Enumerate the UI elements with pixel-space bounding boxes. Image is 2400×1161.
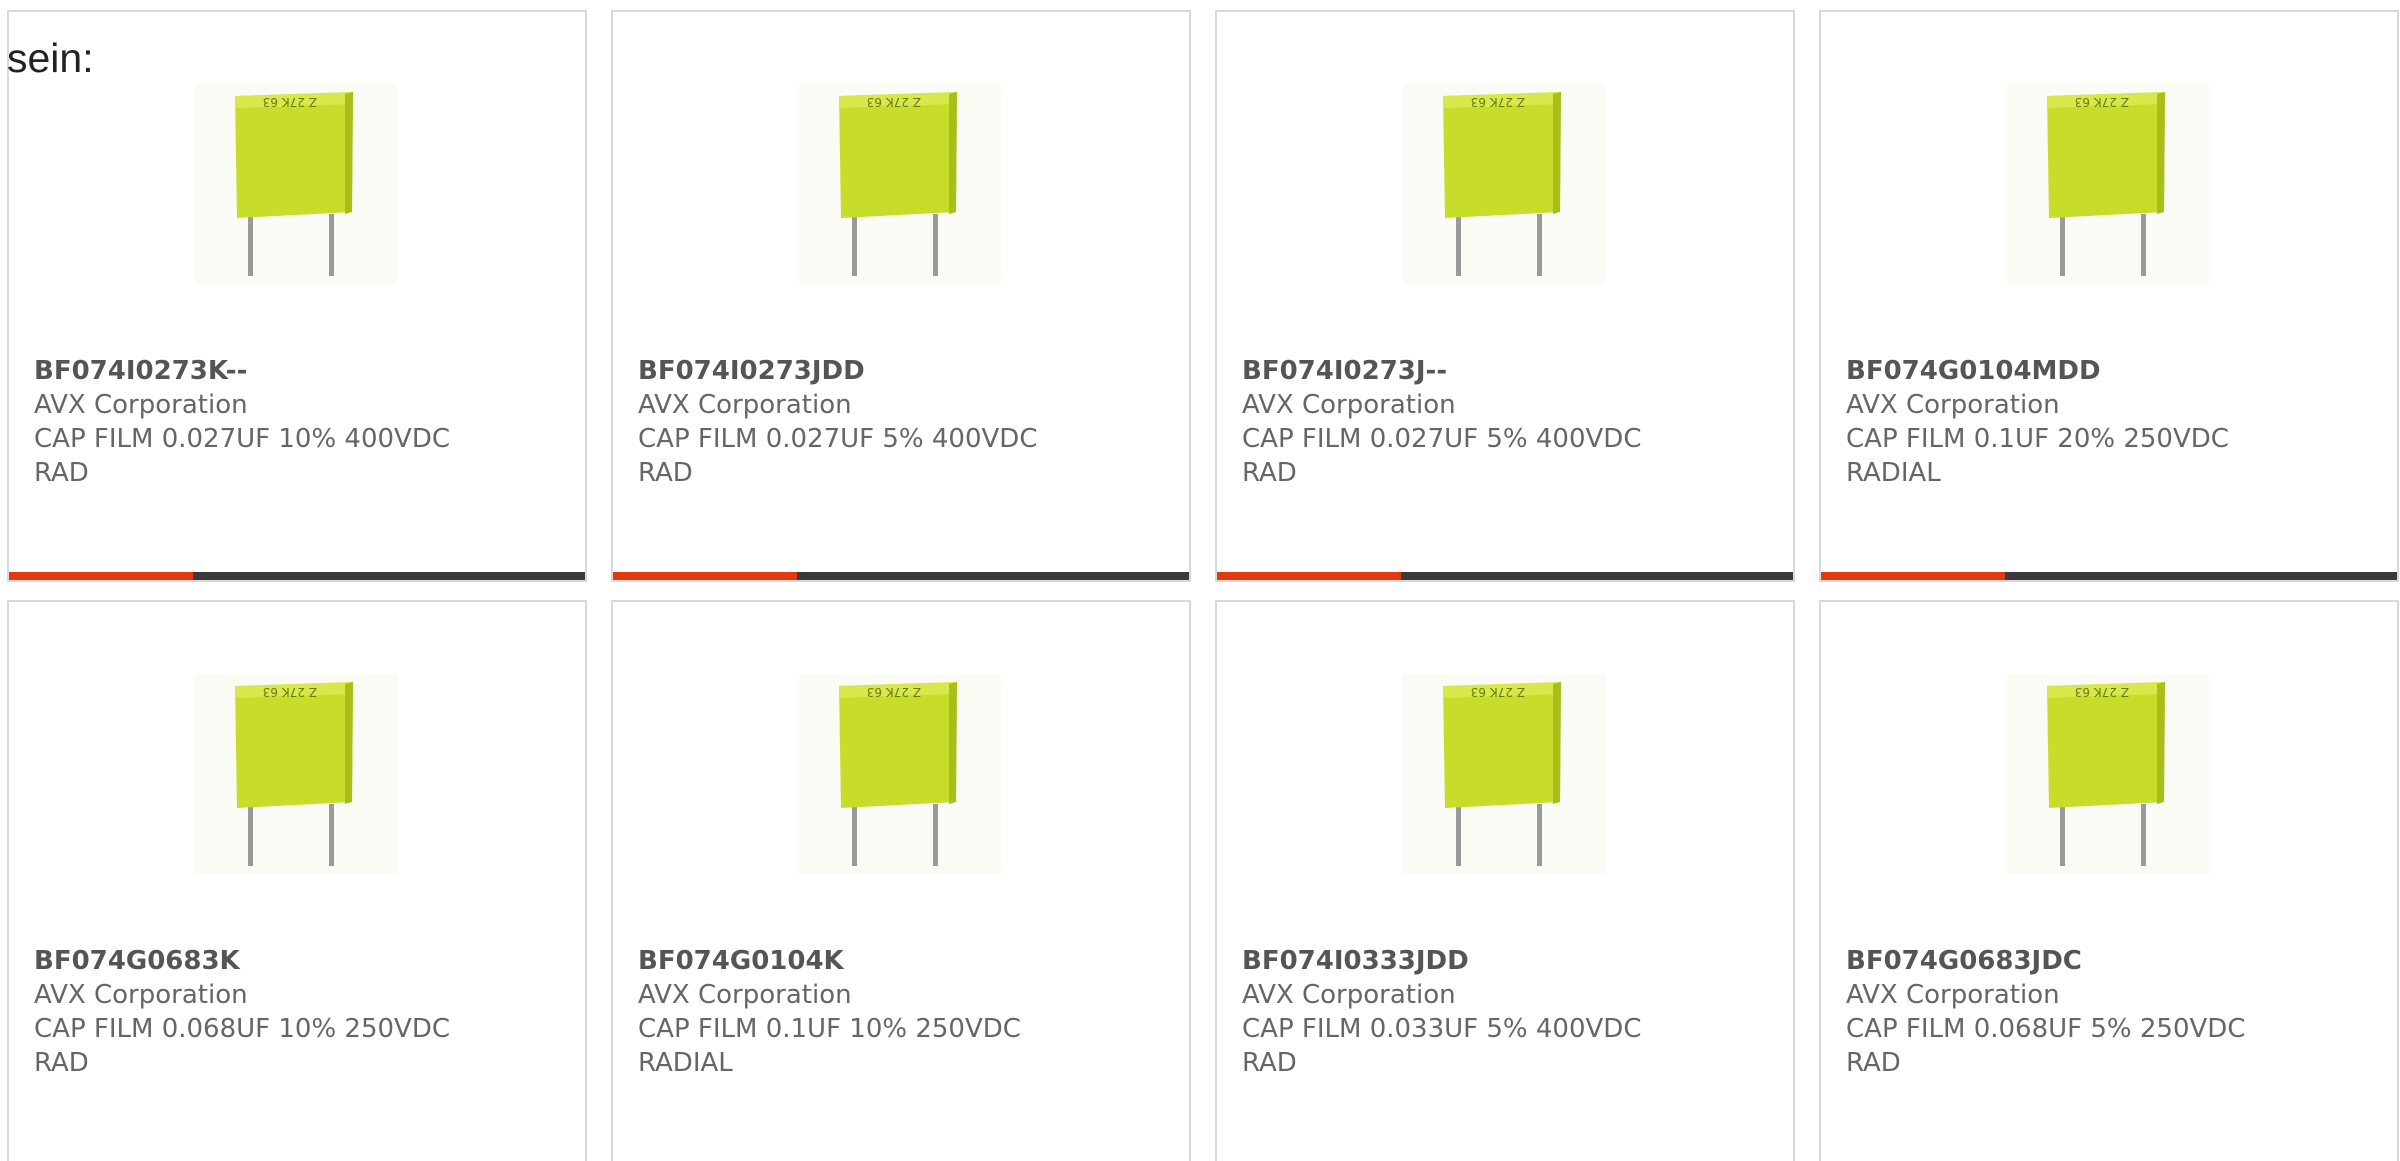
description-line-1: CAP FILM 0.1UF 10% 250VDC (638, 1014, 1021, 1044)
product-info: BF074G0104K AVX Corporation CAP FILM 0.1… (638, 944, 1168, 1080)
part-number[interactable]: BF074I0333JDD (1242, 944, 1772, 978)
description-line-1: CAP FILM 0.033UF 5% 400VDC (1242, 1014, 1642, 1044)
description-line-2: RAD (638, 458, 693, 488)
part-number[interactable]: BF074G0104K (638, 944, 1168, 978)
manufacturer: AVX Corporation (34, 390, 248, 420)
part-number[interactable]: BF074G0683K (34, 944, 564, 978)
product-info: BF074I0333JDD AVX Corporation CAP FILM 0… (1242, 944, 1772, 1080)
product-info: BF074G0104MDD AVX Corporation CAP FILM 0… (1846, 354, 2376, 490)
description-line-1: CAP FILM 0.068UF 5% 250VDC (1846, 1014, 2246, 1044)
description-line-2: RAD (1242, 1048, 1297, 1078)
card-footer-bar (1821, 572, 2397, 580)
svg-text:Z 27K 63: Z 27K 63 (263, 95, 317, 109)
svg-text:Z 27K 63: Z 27K 63 (2075, 95, 2129, 109)
card-accent-bar (1217, 572, 1402, 580)
capacitor-graphic: Z 27K 63 (1403, 84, 1605, 284)
film-capacitor-image: Z 27K 63 (2007, 84, 2209, 284)
svg-text:Z 27K 63: Z 27K 63 (263, 685, 317, 699)
svg-text:Z 27K 63: Z 27K 63 (867, 685, 921, 699)
manufacturer: AVX Corporation (1242, 980, 1456, 1010)
product-info: BF074I0273J-- AVX Corporation CAP FILM 0… (1242, 354, 1772, 490)
product-card[interactable]: Z 27K 63 BF074G0104K AVX Corporation CAP… (611, 600, 1191, 1161)
product-info: BF074I0273JDD AVX Corporation CAP FILM 0… (638, 354, 1168, 490)
svg-text:Z 27K 63: Z 27K 63 (2075, 685, 2129, 699)
description-line-2: RAD (1846, 1048, 1901, 1078)
product-info: BF074G0683JDC AVX Corporation CAP FILM 0… (1846, 944, 2376, 1080)
film-capacitor-image: Z 27K 63 (799, 674, 1001, 874)
manufacturer: AVX Corporation (1846, 980, 2060, 1010)
capacitor-graphic: Z 27K 63 (799, 84, 1001, 284)
product-grid-page: sein: Z 27K 63 BF074I0273K-- AVX Corpora… (0, 0, 2400, 1161)
description-line-1: CAP FILM 0.027UF 10% 400VDC (34, 424, 451, 454)
description-line-2: RAD (1242, 458, 1297, 488)
manufacturer: AVX Corporation (638, 390, 852, 420)
film-capacitor-image: Z 27K 63 (2007, 674, 2209, 874)
part-number[interactable]: BF074I0273JDD (638, 354, 1168, 388)
capacitor-graphic: Z 27K 63 (195, 84, 397, 284)
product-card[interactable]: Z 27K 63 BF074G0683JDC AVX Corporation C… (1819, 600, 2399, 1161)
manufacturer: AVX Corporation (34, 980, 248, 1010)
product-info: BF074I0273K-- AVX Corporation CAP FILM 0… (34, 354, 564, 490)
product-card[interactable]: Z 27K 63 BF074G0683K AVX Corporation CAP… (7, 600, 587, 1161)
card-footer-bar (1217, 572, 1793, 580)
part-number[interactable]: BF074I0273K-- (34, 354, 564, 388)
card-accent-bar (613, 572, 798, 580)
description-line-1: CAP FILM 0.1UF 20% 250VDC (1846, 424, 2229, 454)
part-number[interactable]: BF074G0683JDC (1846, 944, 2376, 978)
capacitor-graphic: Z 27K 63 (2007, 84, 2209, 284)
description-line-1: CAP FILM 0.027UF 5% 400VDC (638, 424, 1038, 454)
capacitor-graphic: Z 27K 63 (1403, 674, 1605, 874)
description-line-2: RADIAL (1846, 458, 1941, 488)
description-line-1: CAP FILM 0.027UF 5% 400VDC (1242, 424, 1642, 454)
description-line-2: RAD (34, 1048, 89, 1078)
film-capacitor-image: Z 27K 63 (195, 674, 397, 874)
film-capacitor-image: Z 27K 63 (1403, 674, 1605, 874)
product-card[interactable]: Z 27K 63 BF074G0104MDD AVX Corporation C… (1819, 10, 2399, 582)
card-footer-bar (9, 572, 585, 580)
description-line-1: CAP FILM 0.068UF 10% 250VDC (34, 1014, 451, 1044)
product-card[interactable]: Z 27K 63 BF074I0273J-- AVX Corporation C… (1215, 10, 1795, 582)
part-number[interactable]: BF074G0104MDD (1846, 354, 2376, 388)
svg-text:Z 27K 63: Z 27K 63 (1471, 685, 1525, 699)
capacitor-graphic: Z 27K 63 (799, 674, 1001, 874)
svg-text:Z 27K 63: Z 27K 63 (1471, 95, 1525, 109)
svg-text:Z 27K 63: Z 27K 63 (867, 95, 921, 109)
intro-text: sein: (7, 35, 94, 81)
card-accent-bar (9, 572, 194, 580)
manufacturer: AVX Corporation (638, 980, 852, 1010)
film-capacitor-image: Z 27K 63 (195, 84, 397, 284)
manufacturer: AVX Corporation (1846, 390, 2060, 420)
manufacturer: AVX Corporation (1242, 390, 1456, 420)
product-card[interactable]: Z 27K 63 BF074I0273K-- AVX Corporation C… (7, 10, 587, 582)
film-capacitor-image: Z 27K 63 (799, 84, 1001, 284)
card-footer-bar (613, 572, 1189, 580)
card-accent-bar (1821, 572, 2006, 580)
product-info: BF074G0683K AVX Corporation CAP FILM 0.0… (34, 944, 564, 1080)
product-card[interactable]: Z 27K 63 BF074I0333JDD AVX Corporation C… (1215, 600, 1795, 1161)
description-line-2: RADIAL (638, 1048, 733, 1078)
capacitor-graphic: Z 27K 63 (2007, 674, 2209, 874)
product-card[interactable]: Z 27K 63 BF074I0273JDD AVX Corporation C… (611, 10, 1191, 582)
film-capacitor-image: Z 27K 63 (1403, 84, 1605, 284)
capacitor-graphic: Z 27K 63 (195, 674, 397, 874)
description-line-2: RAD (34, 458, 89, 488)
part-number[interactable]: BF074I0273J-- (1242, 354, 1772, 388)
